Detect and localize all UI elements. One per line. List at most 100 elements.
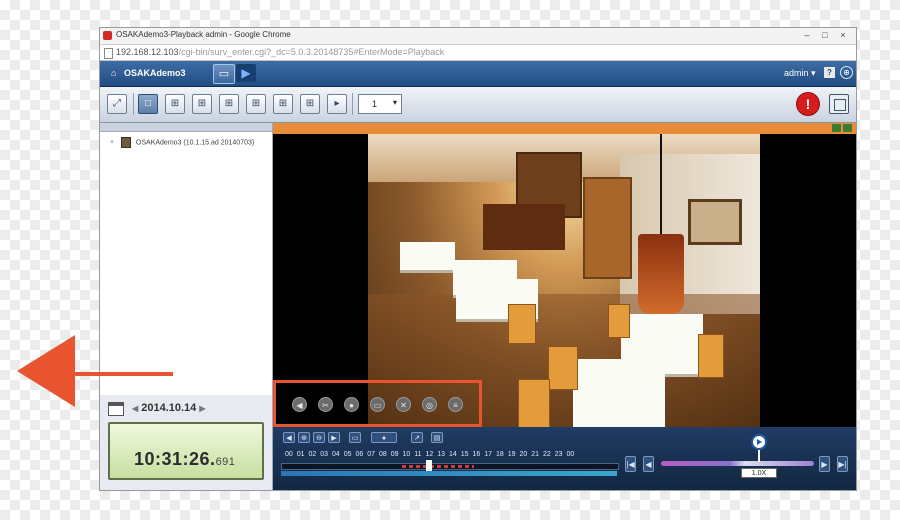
date-prev-button[interactable]: ◀ — [132, 404, 138, 413]
prev-button[interactable]: ◀ — [643, 456, 654, 472]
hour-label: 15 — [460, 451, 469, 458]
tree-item-label: OSAKAdemo3 (10.1.15.ad 20140703) — [135, 139, 255, 147]
scene-chair — [548, 346, 578, 390]
step-forward-button[interactable]: ▶ — [328, 432, 340, 443]
scene-lamp-cord — [660, 134, 662, 234]
app-header: ⌂ OSAKAdemo3 ▭ ▶ admin ▾ ? ⊕ — [100, 61, 856, 87]
time-hms: 10:31:26. — [134, 449, 216, 469]
url-host: 192.168.12.103 — [116, 47, 179, 57]
browser-window: OSAKAdemo3-Playback admin - Google Chrom… — [100, 28, 856, 490]
channel-value: 1 — [372, 99, 378, 109]
time-ms: 691 — [215, 456, 236, 468]
alarm-button[interactable]: ! — [797, 93, 819, 115]
folder-button[interactable]: ▭ — [349, 432, 361, 443]
help-button[interactable]: ? — [824, 67, 835, 78]
hour-label: 05 — [343, 451, 352, 458]
hour-label: 18 — [495, 451, 504, 458]
globe-icon[interactable]: ⊕ — [840, 66, 853, 79]
camera-tree-panel: + OSAKAdemo3 (10.1.15.ad 20140703) — [100, 123, 273, 395]
next-button[interactable]: ▶ — [819, 456, 830, 472]
export-button[interactable]: ↗ — [411, 432, 423, 443]
timeline-overview[interactable] — [281, 471, 617, 476]
layout-sequence-button[interactable]: ▸ — [327, 94, 347, 114]
user-name: admin — [784, 68, 809, 78]
step-back-button[interactable]: ◀ — [283, 432, 295, 443]
timeline-track[interactable] — [281, 460, 619, 471]
cut-icon[interactable]: ✂ — [318, 397, 333, 412]
address-bar[interactable]: 192.168.12.103/cgi-bin/surv_enter.cgi?_d… — [100, 45, 856, 61]
timeline-hours: 00 01 02 03 04 05 06 07 08 09 10 11 12 1… — [285, 451, 574, 458]
skip-start-button[interactable]: |◀ — [625, 456, 636, 472]
minimize-button[interactable]: – — [798, 28, 816, 43]
hour-label: 14 — [448, 451, 457, 458]
hour-label: 22 — [542, 451, 551, 458]
audio-icon[interactable]: ◀ — [292, 397, 307, 412]
callout-arrow-shaft — [60, 372, 173, 376]
layout-1-button[interactable]: □ — [138, 94, 158, 114]
fit-screen-button[interactable] — [829, 94, 849, 114]
layout-6-button[interactable]: ⊞ — [192, 94, 212, 114]
channel-status-bar — [273, 123, 856, 134]
timeline-cursor[interactable] — [426, 460, 432, 471]
snapshot-icon[interactable]: ● — [344, 397, 359, 412]
channel-select[interactable]: 1 ▾ — [358, 94, 402, 114]
home-icon[interactable]: ⌂ — [111, 68, 116, 78]
play-speed-knob[interactable] — [751, 434, 767, 450]
window-title: OSAKAdemo3-Playback admin - Google Chrom… — [116, 30, 291, 39]
record-filter-button[interactable]: ● — [371, 432, 397, 443]
speed-knob-stem — [758, 450, 760, 462]
hour-label: 00 — [285, 451, 293, 458]
speed-slider[interactable] — [661, 461, 814, 466]
hour-label: 06 — [355, 451, 364, 458]
scene-chair — [698, 334, 724, 378]
layout-toolbar: ⤢ □ ⊞ ⊞ ⊞ ⊞ ⊞ ⊞ ▸ 1 ▾ ! — [100, 87, 856, 123]
hour-label: 04 — [332, 451, 340, 458]
list-button[interactable]: ▤ — [431, 432, 443, 443]
layout-12-button[interactable]: ⊞ — [273, 94, 293, 114]
info-icon[interactable]: ≡ — [448, 397, 463, 412]
hour-label: 12 — [425, 451, 434, 458]
maximize-button[interactable]: □ — [816, 28, 834, 43]
scene-lamp — [638, 234, 684, 314]
layout-16-button[interactable]: ⊞ — [300, 94, 320, 114]
panel-header — [100, 123, 272, 132]
hour-label: 07 — [367, 451, 376, 458]
toolbar-divider — [352, 93, 353, 115]
date-time-panel: ◀ 2014.10.14 ▶ 10:31:26.691 — [100, 395, 273, 490]
user-menu[interactable]: admin ▾ — [784, 68, 816, 79]
layout-8-button[interactable]: ⊞ — [219, 94, 239, 114]
expand-icon[interactable]: ✕ — [396, 397, 411, 412]
scene-chair — [518, 379, 550, 427]
scene-picture — [688, 199, 742, 245]
hour-label: 17 — [484, 451, 493, 458]
url-text[interactable]: 192.168.12.103/cgi-bin/surv_enter.cgi?_d… — [116, 47, 444, 57]
tree-item-server[interactable]: + OSAKAdemo3 (10.1.15.ad 20140703) — [110, 137, 254, 148]
calendar-icon[interactable] — [108, 402, 124, 416]
playback-button[interactable]: ▶ — [236, 64, 256, 82]
speed-label: 1.0X — [741, 468, 777, 478]
zoom-out-button[interactable]: ⊖ — [313, 432, 325, 443]
expand-icon[interactable]: + — [110, 139, 116, 146]
date-value: 2014.10.14 — [141, 402, 197, 414]
app-favicon-icon — [103, 31, 112, 40]
layout-4-button[interactable]: ⊞ — [165, 94, 185, 114]
date-display: ◀ 2014.10.14 ▶ — [132, 402, 206, 414]
hour-label: 10 — [402, 451, 411, 458]
fullscreen-button[interactable]: ⤢ — [107, 94, 127, 114]
live-view-button[interactable]: ▭ — [213, 64, 235, 84]
chevron-down-icon: ▾ — [392, 98, 397, 107]
hour-label: 02 — [308, 451, 317, 458]
skip-end-button[interactable]: ▶| — [837, 456, 848, 472]
zoom-icon[interactable]: ◎ — [422, 397, 437, 412]
title-bar: OSAKAdemo3-Playback admin - Google Chrom… — [100, 28, 856, 45]
hour-label: 00 — [566, 451, 575, 458]
camera-icon[interactable]: ▭ — [370, 397, 385, 412]
scene-bar-counter — [483, 204, 565, 250]
hour-label: 23 — [554, 451, 563, 458]
layout-9-button[interactable]: ⊞ — [246, 94, 266, 114]
hour-label: 13 — [437, 451, 446, 458]
zoom-in-button[interactable]: ⊕ — [298, 432, 310, 443]
page-icon — [104, 48, 113, 59]
close-button[interactable]: × — [834, 28, 852, 43]
date-next-button[interactable]: ▶ — [199, 404, 205, 413]
